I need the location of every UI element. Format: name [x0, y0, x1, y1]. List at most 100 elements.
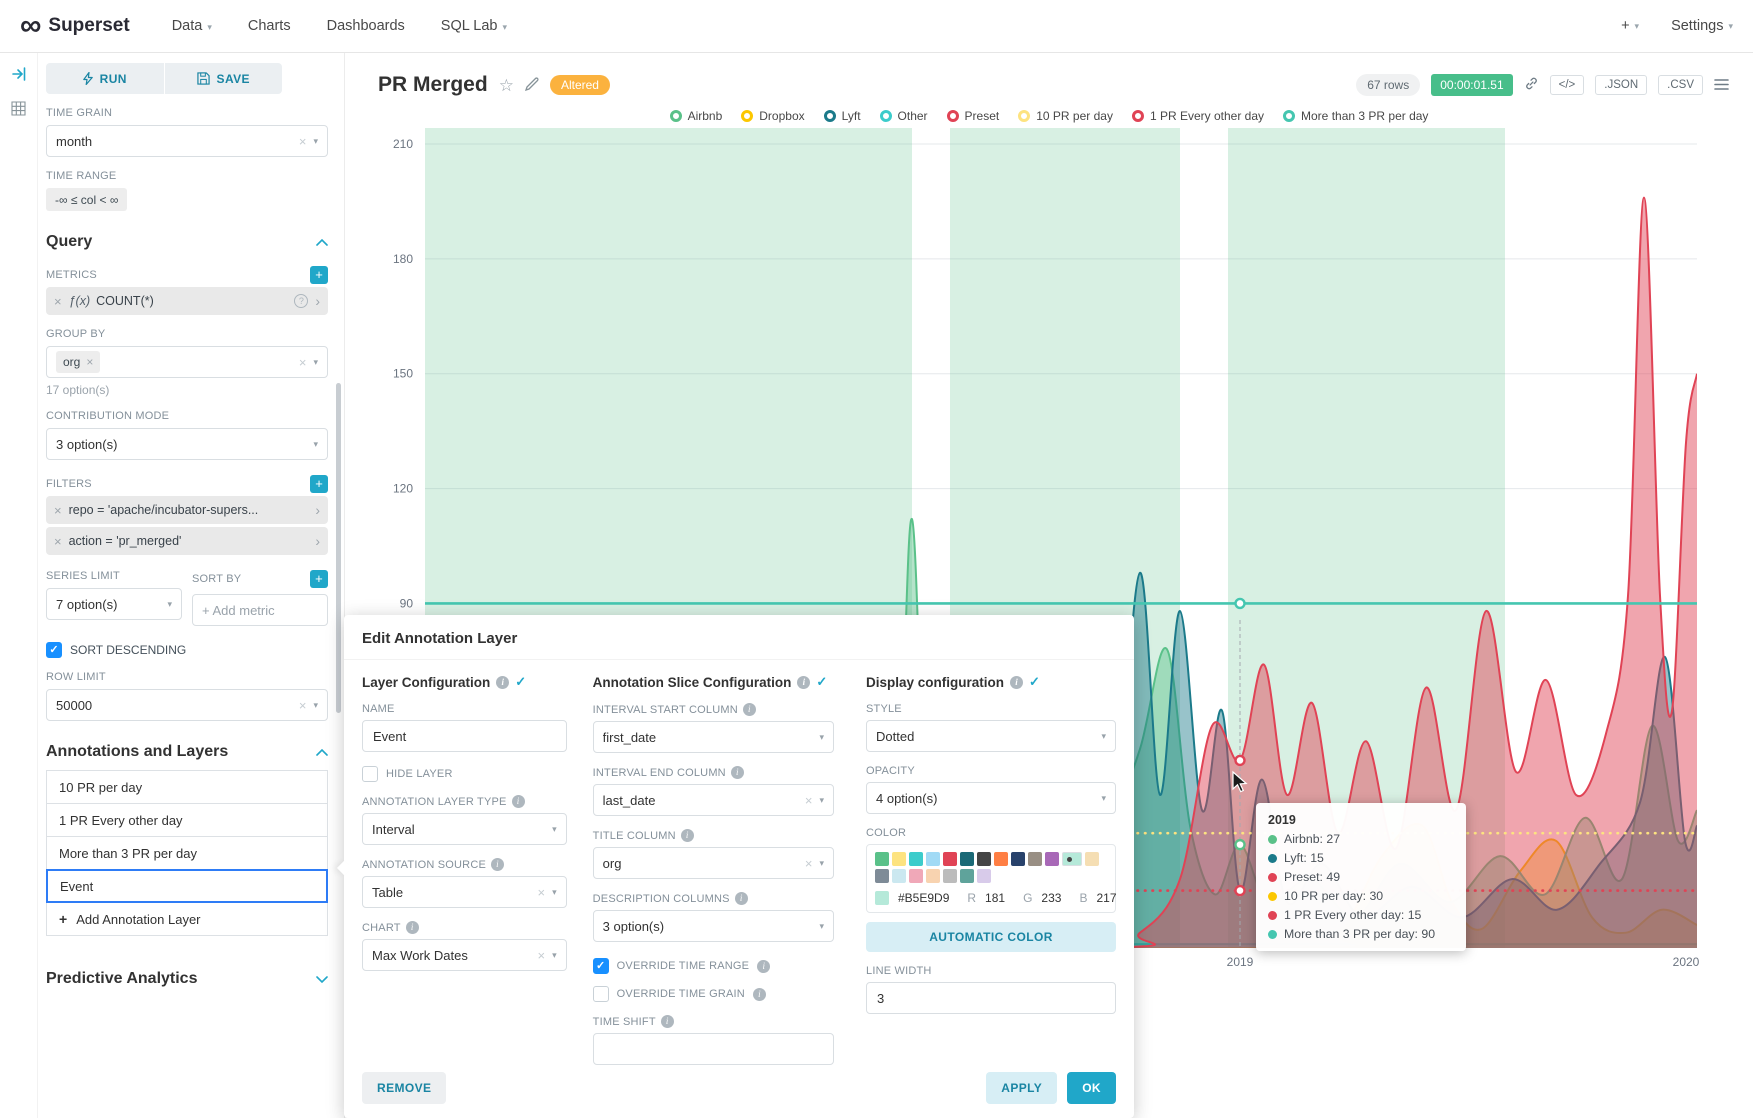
- hex-value[interactable]: #B5E9D9: [898, 891, 949, 905]
- color-swatch[interactable]: [943, 852, 957, 866]
- info-icon[interactable]: i: [735, 892, 748, 905]
- group-by-select[interactable]: org× × ▾: [46, 346, 328, 378]
- g-value[interactable]: 233: [1041, 891, 1061, 905]
- group-by-chip[interactable]: org×: [56, 351, 100, 373]
- info-icon[interactable]: i: [491, 858, 504, 871]
- hide-layer-checkbox[interactable]: HIDE LAYER: [362, 766, 567, 782]
- clear-icon[interactable]: ×: [538, 948, 546, 963]
- color-swatch[interactable]: [892, 869, 906, 883]
- annotation-layer-type-select[interactable]: Interval ▾: [362, 813, 567, 845]
- info-icon[interactable]: i: [797, 676, 810, 689]
- legend-item[interactable]: Other: [880, 109, 928, 123]
- color-swatch[interactable]: [1045, 852, 1059, 866]
- color-swatch[interactable]: [926, 869, 940, 883]
- favorite-star-icon[interactable]: ☆: [499, 77, 514, 94]
- annotations-section-header[interactable]: Annotations and Layers: [46, 743, 328, 761]
- color-swatch[interactable]: [977, 869, 991, 883]
- add-metric-button[interactable]: +: [310, 266, 328, 284]
- clear-icon[interactable]: ×: [299, 134, 307, 149]
- color-swatch[interactable]: [909, 852, 923, 866]
- override-time-grain-checkbox[interactable]: OVERRIDE TIME GRAIN i: [593, 986, 834, 1002]
- remove-chip-icon[interactable]: ×: [86, 355, 93, 369]
- color-swatch[interactable]: [943, 869, 957, 883]
- time-grain-select[interactable]: month × ▾: [46, 125, 328, 157]
- ok-button[interactable]: OK: [1067, 1072, 1116, 1104]
- clear-icon[interactable]: ×: [299, 355, 307, 370]
- annotation-layer-item[interactable]: 1 PR Every other day: [46, 803, 328, 837]
- color-swatch[interactable]: [977, 852, 991, 866]
- metric-pill[interactable]: × ƒ(x) COUNT(*) ? ›: [46, 287, 328, 315]
- info-icon[interactable]: i: [731, 766, 744, 779]
- remove-filter-icon[interactable]: ×: [54, 503, 62, 518]
- share-link-icon[interactable]: [1524, 76, 1539, 94]
- panel-scrollbar[interactable]: [336, 383, 341, 713]
- legend-item[interactable]: 1 PR Every other day: [1132, 109, 1264, 123]
- series-limit-select[interactable]: 7 option(s) ▾: [46, 588, 182, 620]
- color-swatch[interactable]: [960, 869, 974, 883]
- export-json-button[interactable]: .JSON: [1595, 75, 1647, 95]
- color-swatch[interactable]: [1028, 852, 1042, 866]
- info-icon[interactable]: i: [681, 829, 694, 842]
- automatic-color-button[interactable]: AUTOMATIC COLOR: [866, 922, 1116, 952]
- legend-item[interactable]: 10 PR per day: [1018, 109, 1113, 123]
- add-sort-metric-button[interactable]: +: [310, 570, 328, 588]
- info-icon[interactable]: i: [406, 921, 419, 934]
- run-button[interactable]: RUN: [46, 63, 164, 94]
- override-time-range-checkbox[interactable]: ✓ OVERRIDE TIME RANGE i: [593, 958, 834, 974]
- chart-select[interactable]: Max Work Dates × ▾: [362, 939, 567, 971]
- superset-logo[interactable]: ∞ Superset: [20, 15, 130, 37]
- contribution-mode-select[interactable]: 3 option(s) ▾: [46, 428, 328, 460]
- query-section-header[interactable]: Query: [46, 233, 328, 251]
- collapse-datasource-panel-icon[interactable]: [11, 66, 27, 85]
- remove-button[interactable]: REMOVE: [362, 1072, 446, 1104]
- nav-item-dashboards[interactable]: Dashboards: [327, 18, 405, 34]
- sort-descending-checkbox[interactable]: ✓ SORT DESCENDING: [46, 642, 328, 658]
- info-icon[interactable]: i: [757, 960, 770, 973]
- info-icon[interactable]: i: [753, 988, 766, 1001]
- predictive-analytics-section-header[interactable]: Predictive Analytics: [46, 970, 328, 988]
- name-input[interactable]: [362, 720, 567, 752]
- dataset-grid-icon[interactable]: [11, 101, 26, 119]
- legend-item[interactable]: Preset: [947, 109, 1000, 123]
- add-filter-button[interactable]: +: [310, 475, 328, 493]
- nav-item-data[interactable]: Data▾: [172, 18, 212, 34]
- info-icon[interactable]: i: [1010, 676, 1023, 689]
- clear-icon[interactable]: ×: [538, 885, 546, 900]
- color-swatch[interactable]: [875, 852, 889, 866]
- color-swatch[interactable]: [909, 869, 923, 883]
- time-shift-input[interactable]: [593, 1033, 834, 1065]
- annotation-layer-item[interactable]: Event: [46, 869, 328, 903]
- altered-badge[interactable]: Altered: [550, 75, 610, 95]
- sort-by-select[interactable]: + Add metric: [192, 594, 328, 626]
- legend-item[interactable]: Airbnb: [670, 109, 723, 123]
- title-column-select[interactable]: org × ▾: [593, 847, 834, 879]
- annotation-layer-item[interactable]: 10 PR per day: [46, 770, 328, 804]
- view-query-button[interactable]: </>: [1550, 75, 1585, 95]
- time-range-chip[interactable]: -∞ ≤ col < ∞: [46, 188, 127, 211]
- color-swatch[interactable]: [1011, 852, 1025, 866]
- color-swatch[interactable]: [892, 852, 906, 866]
- line-width-input[interactable]: [866, 982, 1116, 1014]
- info-icon[interactable]: i: [496, 676, 509, 689]
- apply-button[interactable]: APPLY: [986, 1072, 1057, 1104]
- clear-icon[interactable]: ×: [299, 698, 307, 713]
- add-annotation-layer-button[interactable]: + Add Annotation Layer: [46, 902, 328, 936]
- color-swatch[interactable]: [1062, 852, 1082, 866]
- row-limit-select[interactable]: 50000 × ▾: [46, 689, 328, 721]
- style-select[interactable]: Dotted ▾: [866, 720, 1116, 752]
- description-columns-select[interactable]: 3 option(s) ▾: [593, 910, 834, 942]
- color-swatch[interactable]: [875, 869, 889, 883]
- interval-start-select[interactable]: first_date ▾: [593, 721, 834, 753]
- remove-metric-icon[interactable]: ×: [54, 294, 62, 309]
- info-icon[interactable]: i: [512, 795, 525, 808]
- edit-pencil-icon[interactable]: [525, 77, 539, 94]
- nav-item-sql-lab[interactable]: SQL Lab▾: [441, 18, 507, 34]
- remove-filter-icon[interactable]: ×: [54, 534, 62, 549]
- color-swatch[interactable]: [994, 852, 1008, 866]
- save-button[interactable]: SAVE: [164, 63, 283, 94]
- export-csv-button[interactable]: .CSV: [1658, 75, 1703, 95]
- settings-menu[interactable]: Settings▾: [1671, 18, 1733, 34]
- color-swatch[interactable]: [926, 852, 940, 866]
- annotation-layer-item[interactable]: More than 3 PR per day: [46, 836, 328, 870]
- annotation-source-select[interactable]: Table × ▾: [362, 876, 567, 908]
